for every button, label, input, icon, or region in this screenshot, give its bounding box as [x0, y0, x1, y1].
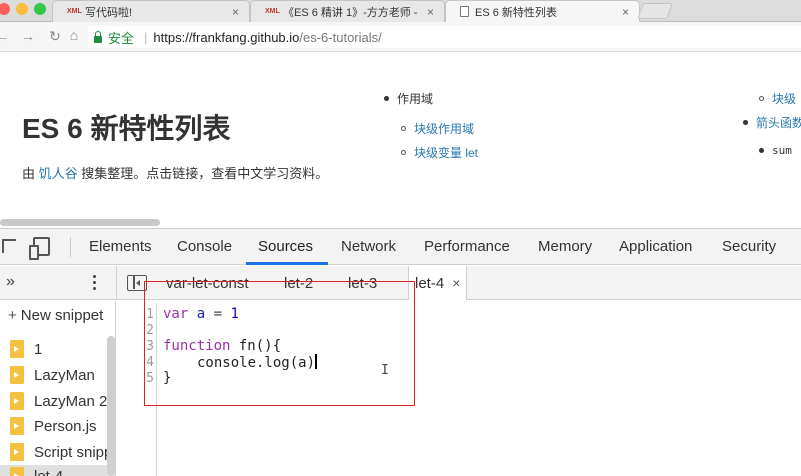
close-tab-icon[interactable]: ×	[232, 5, 239, 19]
snippet-item[interactable]: LazyMan 2	[10, 390, 107, 412]
xml-icon: XML	[67, 7, 79, 17]
bullet-icon	[759, 96, 764, 101]
topic-link[interactable]: 块级作用域	[414, 120, 474, 137]
snippet-file-icon	[10, 340, 24, 358]
lock-icon	[94, 36, 102, 43]
list-item[interactable]: 块级变量 let	[401, 144, 478, 161]
page-title: ES 6 新特性列表	[22, 107, 230, 147]
xml-icon: XML	[265, 7, 277, 17]
divider: |	[144, 30, 147, 45]
address-toolbar: ← → ↻ ⌂ 安全 | https://frankfang.github.io…	[0, 22, 801, 52]
browser-tab-2[interactable]: XML 《ES 6 精讲 1》-方方老师 - 写代 ×	[250, 0, 445, 22]
bullet-icon	[384, 96, 389, 101]
horizontal-scrollbar[interactable]	[0, 219, 160, 226]
bullet-icon	[401, 126, 406, 131]
snippet-label: 1	[34, 341, 42, 358]
divider	[70, 237, 71, 257]
divider	[116, 266, 117, 300]
new-snippet-label: New snippet	[21, 307, 104, 324]
snippet-item[interactable]: 1	[10, 338, 42, 360]
intro-suffix: 搜集整理。点击链接，查看中文学习资料。	[78, 166, 329, 181]
tab-performance[interactable]: Performance	[424, 238, 510, 255]
author-link[interactable]: 饥人谷	[39, 166, 78, 181]
snippet-item[interactable]: Script snippet	[10, 441, 116, 463]
active-tab-indicator	[246, 262, 328, 265]
navigator-scrollbar[interactable]	[107, 336, 115, 476]
inspect-element-icon[interactable]	[2, 239, 16, 253]
new-tab-button[interactable]	[637, 3, 673, 19]
more-panels-icon[interactable]: »	[6, 273, 15, 291]
close-file-icon[interactable]: ×	[452, 275, 460, 291]
tab-title: 写代码啦!	[85, 4, 226, 20]
intro-prefix: 由	[22, 166, 39, 181]
tab-memory[interactable]: Memory	[538, 238, 592, 255]
snippet-file-icon	[10, 443, 24, 461]
bullet-icon	[401, 150, 406, 155]
close-tab-icon[interactable]: ×	[427, 5, 434, 19]
snippet-item[interactable]: LazyMan	[10, 364, 95, 386]
list-heading: 作用域	[397, 90, 433, 107]
snippet-file-icon	[10, 366, 24, 384]
tab-network[interactable]: Network	[341, 238, 396, 255]
tab-title: 《ES 6 精讲 1》-方方老师 - 写代	[283, 4, 421, 20]
file-tab-let-4[interactable]: let-4 ×	[408, 266, 467, 300]
url-host: https://frankfang.github.io	[153, 30, 299, 45]
minimize-window-button[interactable]	[16, 3, 28, 15]
browser-tab-strip: XML 写代码啦! × XML 《ES 6 精讲 1》-方方老师 - 写代 × …	[0, 0, 801, 22]
close-window-button[interactable]	[0, 3, 10, 15]
list-item: 作用域	[384, 90, 433, 107]
snippet-label: Script snippet	[34, 444, 116, 461]
snippet-item-selected[interactable]: let-4	[0, 465, 116, 476]
url-path: /es-6-tutorials/	[299, 30, 381, 45]
doc-icon	[460, 6, 469, 17]
device-toolbar-icon[interactable]	[33, 237, 50, 256]
list-item[interactable]: 块级作用域	[401, 120, 474, 137]
devtools-main-toolbar: Elements Console Sources Network Perform…	[0, 229, 801, 265]
close-tab-icon[interactable]: ×	[622, 5, 629, 19]
tab-console[interactable]: Console	[177, 238, 232, 255]
file-tab-label: let-4	[415, 275, 444, 292]
back-arrow-icon[interactable]: ←	[0, 28, 10, 44]
list-item[interactable]: 箭头函数	[743, 114, 801, 131]
list-item[interactable]: 块级	[759, 90, 796, 107]
url-bar[interactable]: 安全 | https://frankfang.github.io/es-6-tu…	[88, 26, 801, 48]
snippet-label: LazyMan 2	[34, 393, 107, 410]
page-content: ES 6 新特性列表 由 饥人谷 搜集整理。点击链接，查看中文学习资料。 作用域…	[0, 52, 801, 228]
code-snippet-text: sum	[772, 144, 792, 157]
browser-tab-3-active[interactable]: ES 6 新特性列表 ×	[445, 0, 640, 22]
highlight-annotation-box	[144, 281, 415, 406]
snippets-navigator: +New snippet 1 LazyMan LazyMan 2 Person.…	[0, 301, 116, 476]
more-options-icon[interactable]	[93, 275, 97, 291]
bullet-icon	[759, 148, 764, 153]
snippet-file-icon	[10, 417, 24, 435]
list-item: sum	[759, 144, 792, 157]
plus-icon: +	[8, 307, 17, 324]
new-snippet-button[interactable]: +New snippet	[8, 307, 103, 324]
reload-icon[interactable]: ↻	[47, 28, 63, 45]
home-icon[interactable]: ⌂	[66, 27, 82, 43]
tab-title: ES 6 新特性列表	[475, 4, 616, 20]
tab-elements[interactable]: Elements	[89, 238, 152, 255]
tab-application[interactable]: Application	[619, 238, 692, 255]
browser-tab-1[interactable]: XML 写代码啦! ×	[52, 0, 250, 22]
snippet-item[interactable]: Person.js	[10, 415, 97, 437]
snippet-file-icon	[10, 392, 24, 410]
tab-sources[interactable]: Sources	[258, 238, 313, 255]
snippet-label: Person.js	[34, 418, 97, 435]
forward-arrow-icon[interactable]: →	[20, 28, 36, 44]
snippet-label: LazyMan	[34, 367, 95, 384]
topic-link[interactable]: 箭头函数	[756, 114, 801, 131]
secure-label: 安全	[108, 28, 134, 47]
bullet-icon	[743, 120, 748, 125]
tab-security[interactable]: Security	[722, 238, 776, 255]
topic-link[interactable]: 块级变量 let	[414, 144, 478, 161]
intro-text: 由 饥人谷 搜集整理。点击链接，查看中文学习资料。	[22, 163, 328, 182]
zoom-window-button[interactable]	[34, 3, 46, 15]
topic-link[interactable]: 块级	[772, 90, 796, 107]
